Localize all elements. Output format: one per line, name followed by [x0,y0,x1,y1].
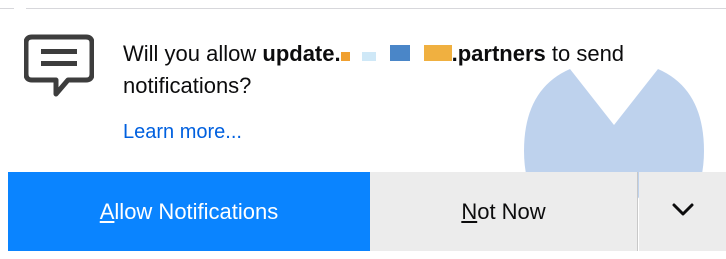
not-now-label: Not Now [461,199,545,224]
redacted-block [340,52,350,61]
not-now-label-rest: ot Now [477,198,546,224]
notification-permission-panel: Will you allow update. .partners to send … [0,9,726,251]
redacted-block [361,52,376,61]
chevron-down-icon [672,203,693,216]
redacted-block [389,45,410,61]
allow-notifications-button[interactable]: Allow Notifications [8,172,370,251]
message-prefix: Will you allow [123,41,263,66]
button-row: Allow Notifications Not Now [0,172,726,251]
more-options-dropdown-button[interactable] [639,172,726,251]
redacted-block [423,45,452,61]
not-now-access-key: N [461,198,478,224]
allow-label-rest: llow Notifications [114,198,279,224]
site-domain: update. .partners [262,41,545,66]
not-now-button[interactable]: Not Now [370,172,638,251]
chat-bubble-icon [24,34,94,97]
learn-more-link[interactable]: Learn more... [123,121,242,144]
allow-label: Allow Notifications [100,199,279,224]
domain-start: update. [262,41,341,66]
allow-access-key: A [99,198,115,224]
